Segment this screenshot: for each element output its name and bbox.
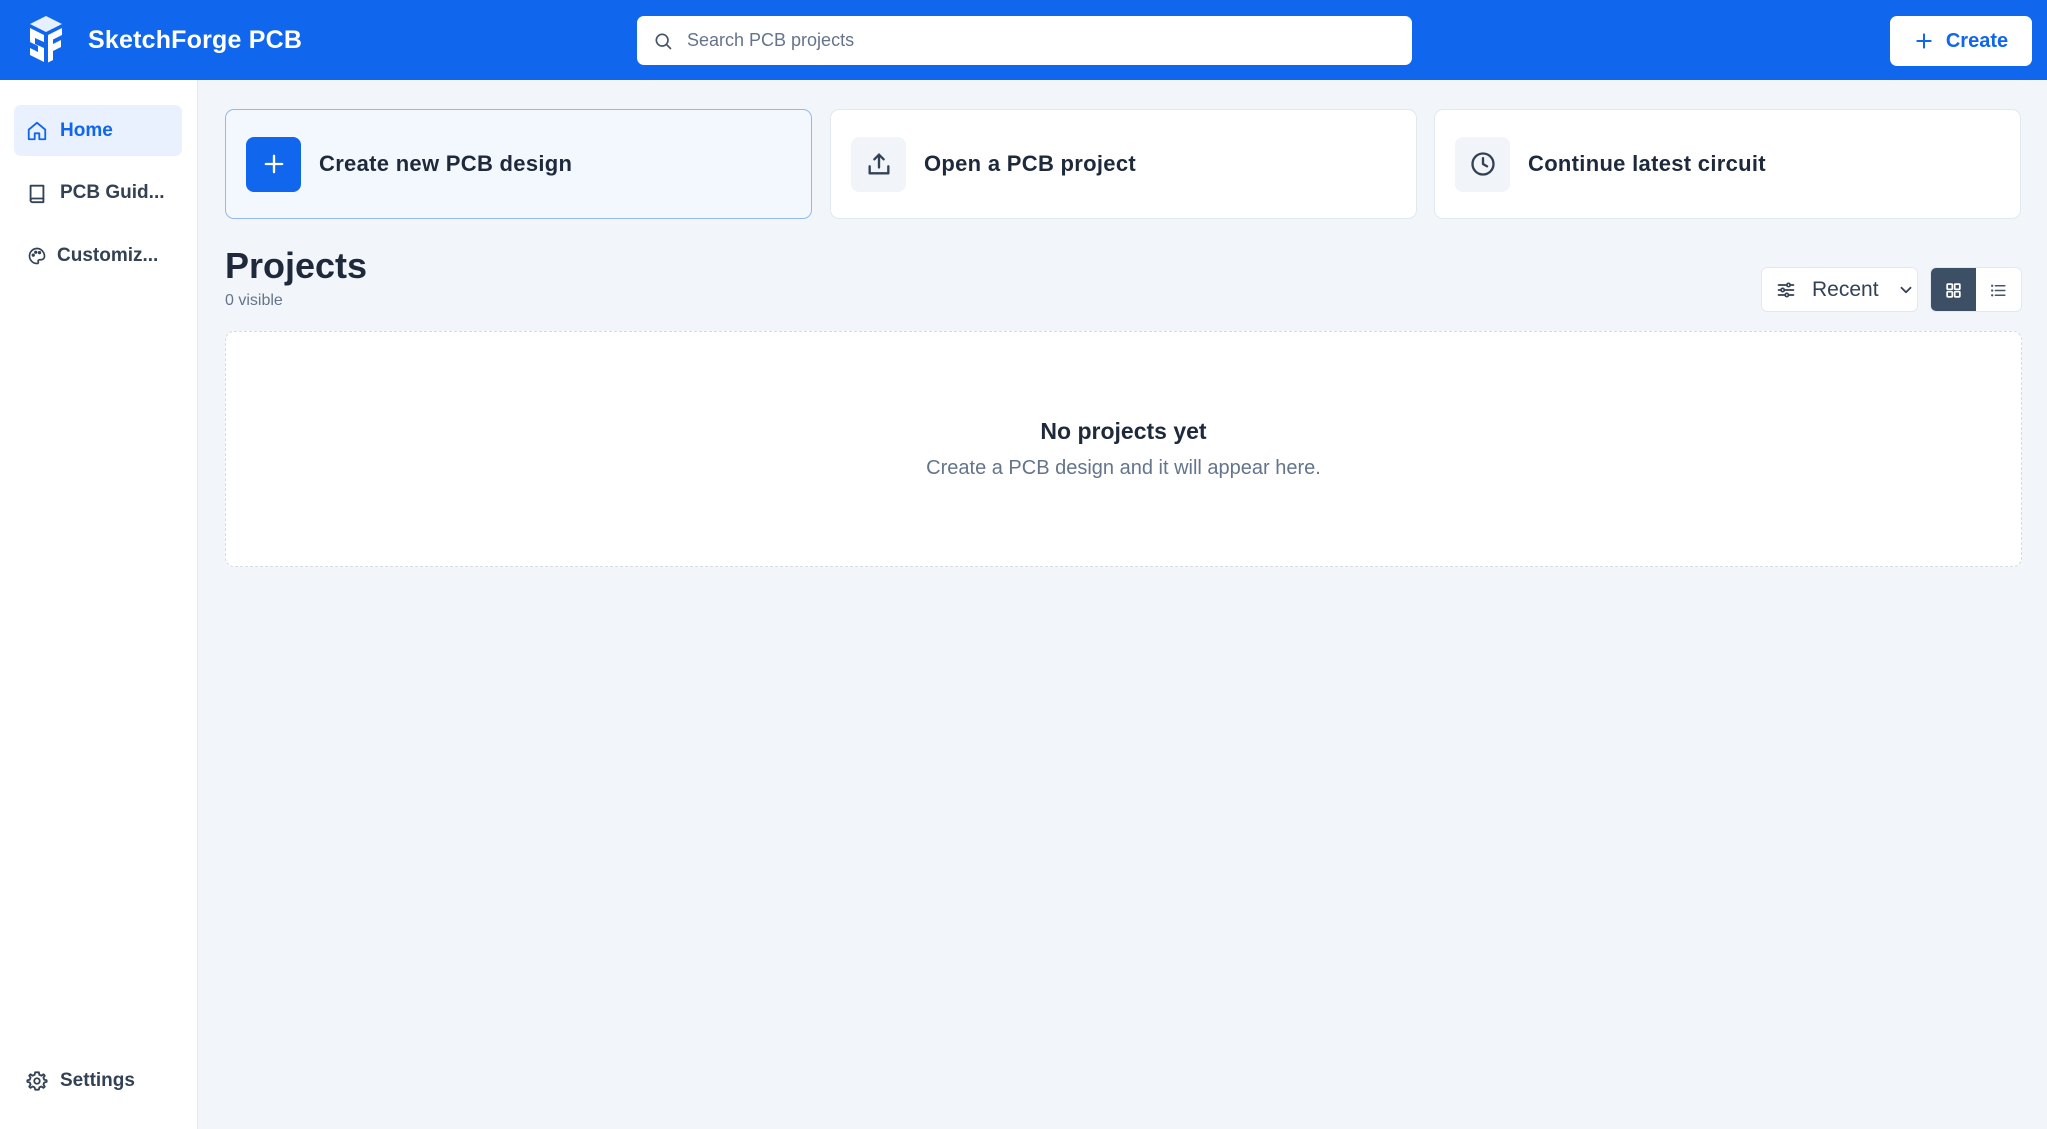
empty-state-subtitle: Create a PCB design and it will appear h…: [926, 457, 1321, 479]
list-view-button[interactable]: [1976, 268, 2021, 311]
sort-dropdown[interactable]: Recent: [1761, 267, 1918, 312]
search-input[interactable]: [687, 30, 1367, 51]
sketchforge-logo-icon: [30, 16, 62, 63]
empty-state-title: No projects yet: [1040, 418, 1207, 444]
app-root: SketchForge PCB Create Home PCB: [0, 0, 2047, 1129]
sort-value: Recent: [1812, 277, 1879, 301]
search-bar[interactable]: [637, 16, 1412, 65]
grid-icon: [1946, 283, 1961, 298]
create-card-icon-box: [246, 136, 301, 192]
search-icon: [655, 33, 672, 49]
brand-name: SketchForge PCB: [88, 25, 303, 54]
palette-icon: [28, 247, 46, 264]
quick-action-label: Continue latest circuit: [1528, 151, 1766, 176]
book-icon: [29, 184, 45, 203]
sidebar: Home PCB Guid... Customiz... Settings: [0, 80, 198, 1129]
list-icon: [1990, 284, 2006, 297]
sidebar-item-label: Customiz...: [57, 244, 159, 266]
sidebar-item-label: Settings: [60, 1069, 135, 1091]
projects-title: Projects: [225, 245, 368, 286]
plus-icon: [264, 154, 283, 174]
create-button[interactable]: Create: [1890, 16, 2032, 66]
top-header: SketchForge PCB Create: [0, 0, 2047, 80]
open-card-icon-box: [851, 136, 906, 192]
open-pcb-project-card[interactable]: Open a PCB project: [830, 109, 1417, 219]
gear-icon: [26, 1070, 48, 1091]
quick-action-label: Open a PCB project: [924, 151, 1136, 176]
sidebar-item-label: PCB Guid...: [60, 181, 165, 203]
projects-count: 0 visible: [225, 292, 283, 309]
create-new-pcb-card[interactable]: Create new PCB design: [225, 109, 812, 219]
create-button-label: Create: [1945, 29, 2009, 52]
sidebar-item-settings[interactable]: Settings: [14, 1055, 182, 1106]
continue-latest-circuit-card[interactable]: Continue latest circuit: [1434, 109, 2021, 219]
continue-card-icon-box: [1455, 136, 1510, 192]
brand[interactable]: SketchForge PCB: [26, 14, 302, 66]
chevron-down-icon: [1900, 286, 1911, 293]
sidebar-item-home[interactable]: Home: [14, 105, 182, 156]
upload-icon: [868, 153, 889, 175]
sidebar-item-customize[interactable]: Customiz...: [14, 230, 182, 281]
quick-action-label: Create new PCB design: [319, 151, 573, 176]
sidebar-item-pcb-guide[interactable]: PCB Guid...: [14, 167, 182, 218]
view-toggle: [1930, 267, 2022, 312]
grid-view-button[interactable]: [1931, 268, 1976, 311]
plus-icon: [1916, 33, 1932, 49]
projects-empty-state: No projects yet Create a PCB design and …: [225, 331, 2022, 567]
clock-icon: [1470, 152, 1495, 176]
sidebar-item-label: Home: [60, 119, 113, 141]
home-icon: [27, 121, 47, 140]
sliders-icon: [1777, 282, 1795, 297]
